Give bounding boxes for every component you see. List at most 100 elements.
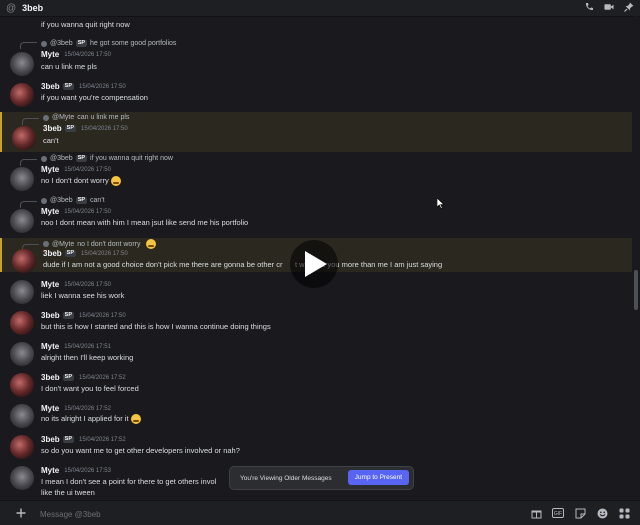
video-call-icon[interactable] [604,2,614,12]
older-messages-banner: You're Viewing Older Messages Jump to Pr… [229,466,414,490]
message: if you wanna quit right now [0,16,632,36]
attach-plus-icon[interactable] [14,506,28,520]
message-text-line-2: like the ui tween [41,488,95,497]
timestamp: 15/04/2026 17:53 [64,467,111,474]
message-header: 3beb SP 15/04/2026 17:50 [41,82,126,91]
pin-icon[interactable] [624,2,634,12]
avatar[interactable] [10,167,34,191]
reply-avatar [43,241,49,247]
avatar[interactable] [10,280,34,304]
reply-preview[interactable]: @Myte can u link me pls [43,114,129,121]
message: 3beb SP 15/04/2026 17:50 but this is how… [0,309,632,337]
reply-avatar [41,155,47,162]
apps-icon[interactable] [618,507,630,519]
composer-actions: GIF [530,507,630,519]
message-header: 3beb SP 15/04/2026 17:50 [43,124,128,133]
role-badge: SP [62,374,75,381]
role-badge: SP [62,312,75,319]
timestamp: 15/04/2026 17:50 [64,166,111,173]
emoji-icon[interactable] [596,507,608,519]
message-header: Myte 15/04/2026 17:50 [41,50,111,59]
author-name[interactable]: Myte [41,50,59,59]
reply-preview[interactable]: @3beb SP can't [41,197,105,204]
avatar[interactable] [10,311,34,335]
reply-avatar [41,197,47,204]
message-text: no I don't dont worry [41,176,121,187]
message-text: if you want you're compensation [41,93,148,102]
author-name[interactable]: 3beb [41,435,60,444]
gif-icon[interactable]: GIF [552,507,564,519]
author-name[interactable]: 3beb [41,82,60,91]
message-text: I don't want you to feel forced [41,384,139,393]
timestamp: 15/04/2026 17:50 [79,312,126,319]
author-name[interactable]: Myte [41,466,59,475]
play-icon [305,251,327,277]
reply-connector [20,201,37,208]
avatar[interactable] [10,466,34,490]
avatar[interactable] [12,249,36,273]
timestamp: 15/04/2026 17:50 [81,250,128,257]
reply-preview[interactable]: @3beb SP he got some good portfolios [41,40,176,47]
timestamp: 15/04/2026 17:52 [64,405,111,412]
message-header: Myte 15/04/2026 17:53 [41,466,111,475]
jump-to-present-button[interactable]: Jump to Present [347,470,409,485]
svg-text:GIF: GIF [554,511,562,517]
play-button[interactable] [290,240,338,288]
author-name[interactable]: Myte [41,342,59,351]
message-header: Myte 15/04/2026 17:50 [41,165,111,174]
channel-header: @ 3beb [0,0,640,17]
reply-connector [22,118,39,125]
reply-connector [20,42,37,49]
message-header: Myte 15/04/2026 17:52 [41,404,111,413]
avatar[interactable] [12,126,36,150]
message: 3beb SP 15/04/2026 17:52 so do you want … [0,433,632,461]
author-name[interactable]: 3beb [41,311,60,320]
author-name[interactable]: Myte [41,280,59,289]
message-text: if you wanna quit right now [41,20,130,29]
author-name[interactable]: Myte [41,165,59,174]
message-composer: GIF [0,500,640,525]
author-name[interactable]: Myte [41,404,59,413]
message-text: I mean I don't see a point for there to … [41,477,217,486]
crying-laughing-emoji-icon [110,176,121,187]
message: Myte 15/04/2026 17:51 alright then I'll … [0,340,632,368]
message: @3beb SP he got some good portfolios Myt… [0,38,632,78]
author-name[interactable]: 3beb [43,249,62,258]
timestamp: 15/04/2026 17:50 [64,281,111,288]
avatar[interactable] [10,52,34,76]
message-header: 3beb SP 15/04/2026 17:50 [41,311,126,320]
author-name[interactable]: 3beb [43,124,62,133]
timestamp: 15/04/2026 17:52 [79,374,126,381]
message-text: liek I wanna see his work [41,291,125,300]
avatar[interactable] [10,404,34,428]
message: 3beb SP 15/04/2026 17:52 I don't want yo… [0,371,632,399]
message-text: can u link me pls [41,62,97,71]
role-badge: SP [64,125,77,132]
avatar[interactable] [10,435,34,459]
avatar[interactable] [10,373,34,397]
timestamp: 15/04/2026 17:50 [64,51,111,58]
channel-title[interactable]: 3beb [22,3,43,13]
message-header: 3beb SP 15/04/2026 17:52 [41,435,126,444]
at-icon: @ [6,2,17,14]
avatar[interactable] [10,209,34,233]
scrollbar-track[interactable] [633,16,638,500]
reply-connector [20,159,37,166]
timestamp: 15/04/2026 17:50 [64,208,111,215]
avatar[interactable] [10,342,34,366]
author-name[interactable]: Myte [41,207,59,216]
sticker-icon[interactable] [574,507,586,519]
message-header: 3beb SP 15/04/2026 17:50 [43,249,128,258]
message-input[interactable] [38,505,502,523]
phone-icon[interactable] [584,2,594,12]
reply-preview[interactable]: @Myte no I don't dont worry [43,239,156,249]
message: @3beb SP can't Myte 15/04/2026 17:50 noo… [0,196,632,236]
gift-icon[interactable] [530,507,542,519]
reply-avatar [41,40,47,47]
scrollbar-thumb[interactable] [634,270,638,310]
role-badge: SP [64,250,77,257]
author-name[interactable]: 3beb [41,373,60,382]
avatar[interactable] [10,83,34,107]
reply-preview[interactable]: @3beb SP if you wanna quit right now [41,155,173,162]
message-mention-highlight: @Myte can u link me pls 3beb SP 15/04/20… [0,112,632,152]
